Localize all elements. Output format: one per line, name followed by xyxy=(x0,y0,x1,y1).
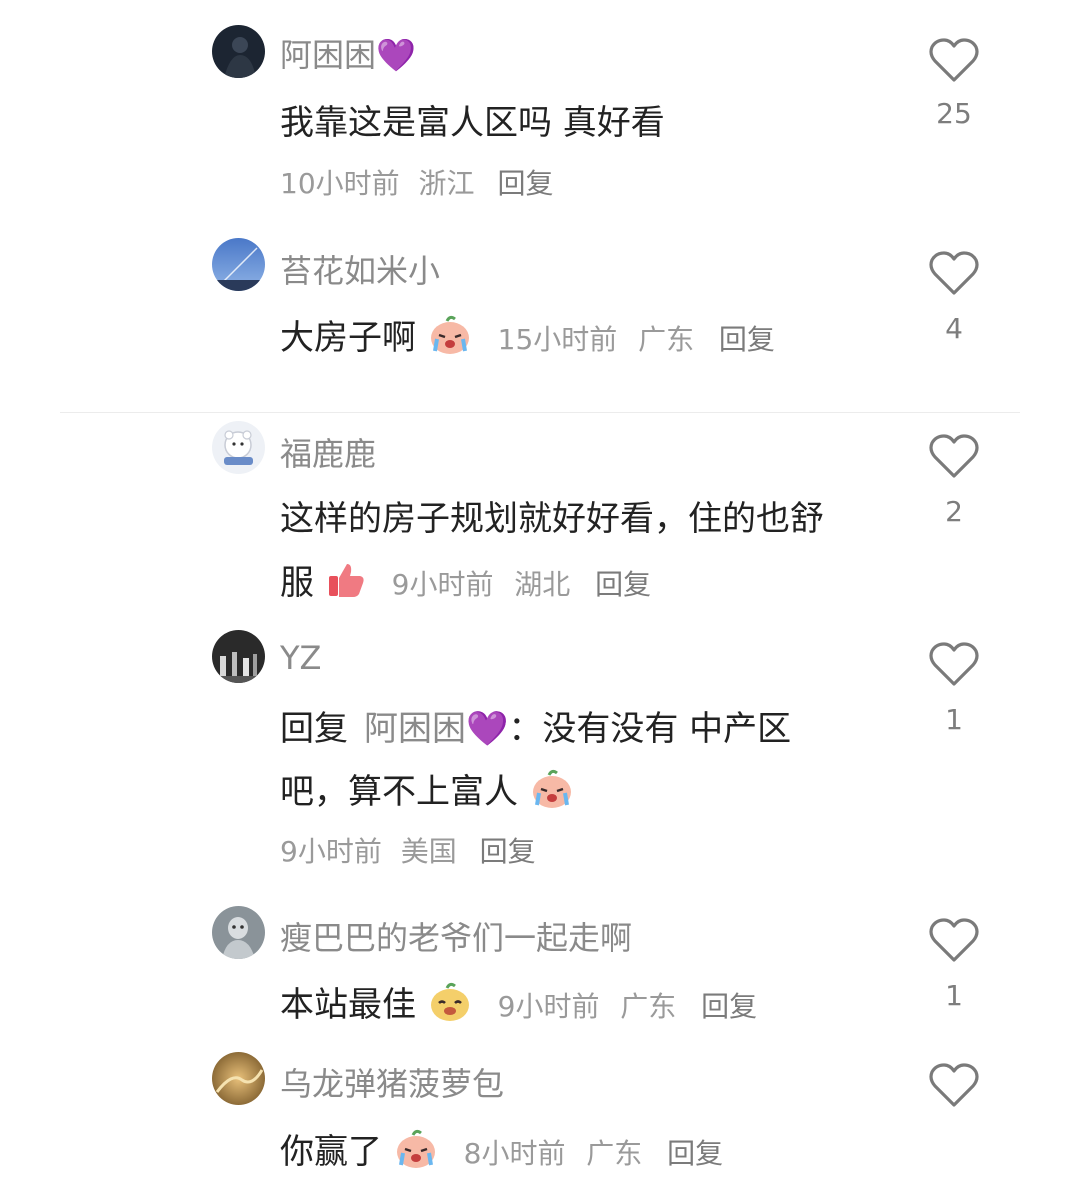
comment-location: 美国 xyxy=(400,835,457,868)
like-button[interactable] xyxy=(928,641,980,687)
comment-text: 本站最佳 xyxy=(280,985,416,1025)
heart-outline-icon xyxy=(929,918,979,962)
comment-location: 浙江 xyxy=(418,167,475,200)
reply-button[interactable]: 回复 xyxy=(480,835,536,868)
crying-peach-emoji xyxy=(427,313,473,364)
username[interactable]: 乌龙弹猪菠萝包 xyxy=(280,1059,504,1105)
comment-row: 吧，算不上富人 xyxy=(280,764,575,818)
comment-time: 10小时前 xyxy=(280,167,400,200)
like-button[interactable] xyxy=(928,37,980,83)
comment-row: 回复 阿困困💜：没有没有 中产区 xyxy=(280,701,791,750)
reply-button[interactable]: 回复 xyxy=(719,323,775,356)
comment-time: 9小时前 xyxy=(497,990,600,1023)
avatar[interactable] xyxy=(212,238,265,291)
comment-location: 湖北 xyxy=(514,568,571,601)
avatar[interactable] xyxy=(212,421,265,474)
comment-text-line: 吧，算不上富人 xyxy=(280,772,518,812)
avatar[interactable] xyxy=(212,630,265,683)
reply-button[interactable]: 回复 xyxy=(667,1137,723,1170)
like-count: 2 xyxy=(945,495,963,528)
avatar[interactable] xyxy=(212,25,265,78)
comment-location: 广东 xyxy=(620,990,677,1023)
like-count: 1 xyxy=(945,979,963,1012)
avatar[interactable] xyxy=(212,1052,265,1105)
comment-time: 15小时前 xyxy=(497,323,618,356)
mention-username[interactable]: 阿困困💜 xyxy=(364,709,508,749)
like-button[interactable] xyxy=(928,917,980,963)
heart-outline-icon xyxy=(929,251,979,295)
avatar[interactable] xyxy=(212,906,265,959)
comment-time: 8小时前 xyxy=(463,1137,566,1170)
reply-prefix: 回复 xyxy=(280,709,348,749)
like-button[interactable] xyxy=(928,1062,980,1108)
like-button[interactable] xyxy=(928,433,980,479)
comment-text: 你赢了 xyxy=(280,1132,382,1172)
reply-button[interactable]: 回复 xyxy=(701,990,757,1023)
like-count: 25 xyxy=(936,97,972,130)
thumbs-up-emoji xyxy=(325,560,367,609)
comment-row: 本站最佳 9小时前 广东 回复 xyxy=(280,977,757,1031)
comment-text-line: 这样的房子规划就好好看，住的也舒 xyxy=(280,499,824,539)
comment-row: 服 9小时前 湖北 回复 xyxy=(280,555,651,609)
like-count: 4 xyxy=(945,312,963,345)
reply-button[interactable]: 回复 xyxy=(497,167,553,200)
comment-text: 我靠这是富人区吗 真好看 xyxy=(280,103,665,143)
crying-peach-emoji xyxy=(393,1127,439,1178)
comment-time: 9小时前 xyxy=(280,835,382,868)
username[interactable]: 福鹿鹿 xyxy=(280,429,376,475)
comment-time: 9小时前 xyxy=(391,568,494,601)
like-button[interactable] xyxy=(928,250,980,296)
username[interactable]: 苔花如米小 xyxy=(280,246,440,292)
heart-outline-icon xyxy=(929,38,979,82)
comment-text: 大房子啊 xyxy=(280,318,416,358)
like-count: 1 xyxy=(945,703,963,736)
comment-text-line: ：没有没有 中产区 xyxy=(508,709,792,749)
username[interactable]: YZ xyxy=(280,639,321,677)
comment-row: 大房子啊 15小时前 广东 回复 xyxy=(280,310,775,364)
smug-peach-emoji xyxy=(427,980,473,1031)
comment-meta: 10小时前 浙江 回复 xyxy=(280,162,553,202)
comment-meta: 9小时前 美国 回复 xyxy=(280,830,536,870)
comment-location: 广东 xyxy=(586,1137,643,1170)
username[interactable]: 瘦巴巴的老爷们一起走啊 xyxy=(280,913,632,959)
crying-peach-emoji xyxy=(529,767,575,818)
comment-row: 你赢了 8小时前 广东 回复 xyxy=(280,1124,723,1178)
comment-location: 广东 xyxy=(638,323,695,356)
heart-outline-icon xyxy=(929,434,979,478)
username[interactable]: 阿困困💜 xyxy=(280,30,416,76)
heart-outline-icon xyxy=(929,642,979,686)
comment-text-line: 服 xyxy=(280,563,314,603)
heart-outline-icon xyxy=(929,1063,979,1107)
section-divider xyxy=(60,412,1020,413)
reply-button[interactable]: 回复 xyxy=(595,568,651,601)
